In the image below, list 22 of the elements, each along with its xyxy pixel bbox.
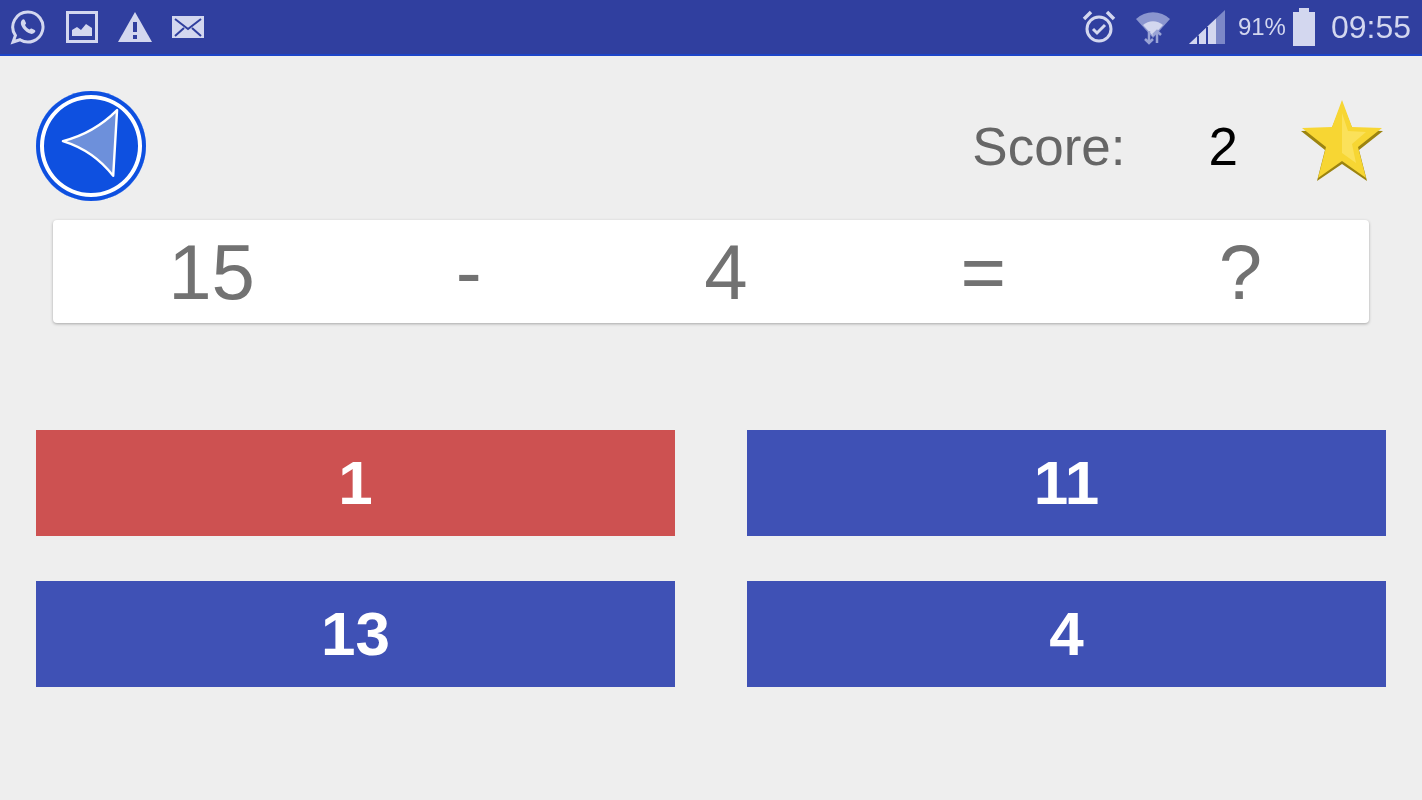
wifi-icon — [1134, 9, 1171, 45]
equation-term: - — [455, 232, 482, 311]
equation-term: 4 — [704, 232, 748, 311]
alarm-clock-icon — [1081, 10, 1116, 44]
signal-icon — [1188, 10, 1225, 44]
battery-icon — [1292, 8, 1315, 46]
arrow-icon — [60, 107, 119, 179]
answer-button[interactable]: 11 — [747, 430, 1386, 536]
equation-term: 15 — [168, 232, 255, 311]
score-label: Score: — [972, 119, 1126, 173]
picture-icon — [66, 11, 98, 43]
equation-term: = — [960, 232, 1006, 311]
equation-term: ? — [1218, 232, 1263, 311]
answer-button[interactable]: 1 — [36, 430, 675, 536]
answer-button[interactable]: 13 — [36, 581, 675, 687]
envelope-icon — [172, 16, 204, 38]
score-value: 2 — [1208, 119, 1238, 173]
clock-time: 09:55 — [1330, 11, 1411, 43]
answer-button[interactable]: 4 — [747, 581, 1386, 687]
battery-percentage: 91% — [1237, 15, 1286, 39]
warning-icon — [118, 12, 152, 42]
chat-bubble-icon — [10, 9, 46, 45]
